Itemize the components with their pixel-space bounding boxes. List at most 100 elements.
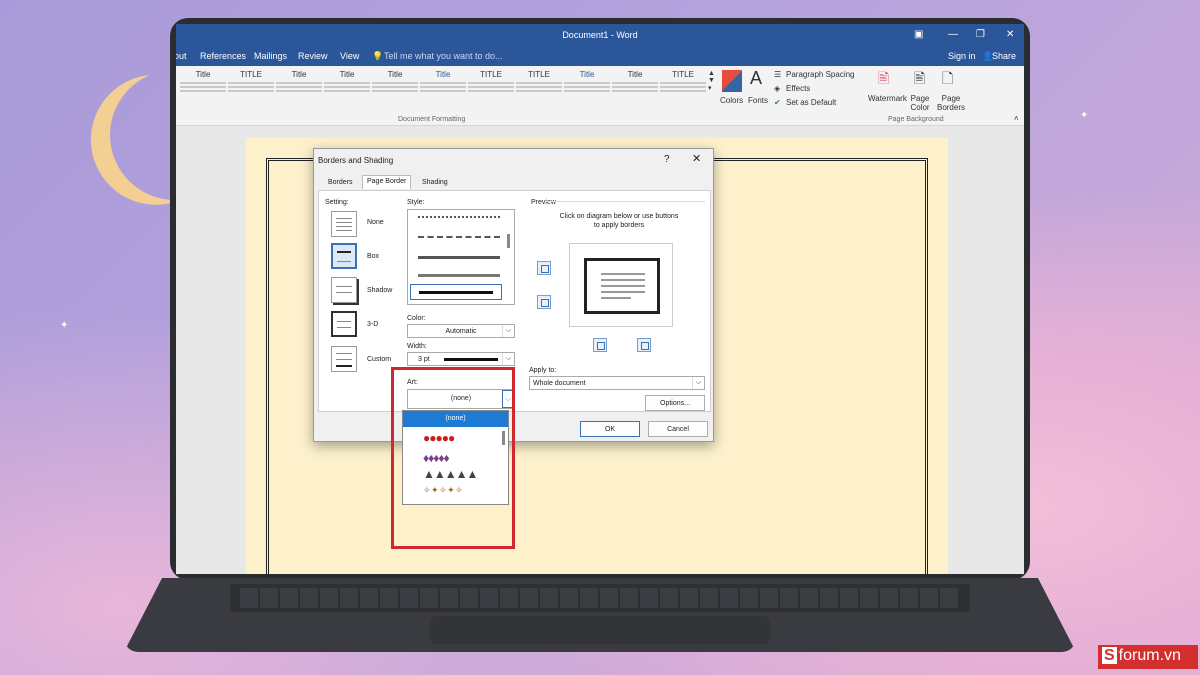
page-borders-button[interactable]: Page Borders: [936, 94, 966, 112]
paragraph-spacing-button[interactable]: Paragraph Spacing: [786, 70, 855, 79]
color-label: Color:: [407, 315, 426, 322]
menu-bar: out References Mailings Review View 💡 Te…: [176, 46, 1024, 66]
style-option-dotted[interactable]: [418, 216, 500, 218]
chevron-down-icon: ⌵: [502, 325, 514, 337]
preview-diagram[interactable]: [569, 243, 673, 327]
apply-to-dropdown[interactable]: Whole document ⌵: [529, 376, 705, 390]
style-gallery-item[interactable]: TITLE: [468, 70, 514, 112]
tab-layout[interactable]: out: [176, 51, 187, 61]
left-border-button[interactable]: [593, 338, 607, 352]
style-list[interactable]: [407, 209, 515, 305]
close-icon[interactable]: ✕: [1006, 29, 1014, 40]
lightbulb-icon: 💡: [372, 51, 384, 61]
restore-icon[interactable]: ❐: [976, 29, 985, 40]
style-scrollbar[interactable]: [507, 234, 510, 248]
ribbon-display-icon[interactable]: ▣: [914, 29, 923, 40]
right-border-button[interactable]: [637, 338, 651, 352]
width-value: 3 pt: [418, 356, 430, 363]
cancel-button[interactable]: Cancel: [648, 421, 708, 437]
style-gallery-item[interactable]: Title: [420, 70, 466, 112]
preview-hint-line2: to apply borders: [593, 222, 645, 229]
style-gallery-item[interactable]: Title: [324, 70, 370, 112]
tab-borders[interactable]: Borders: [324, 177, 357, 191]
title-bar: Document1 - Word ▣ — ❐ ✕: [176, 24, 1024, 46]
tab-review[interactable]: Review: [298, 51, 328, 61]
setting-shadow-label: Shadow: [367, 287, 393, 294]
color-dropdown[interactable]: Automatic ⌵: [407, 324, 515, 338]
style-gallery-item[interactable]: TITLE: [660, 70, 706, 112]
watermark-button[interactable]: Watermark: [868, 94, 907, 103]
style-option-selected[interactable]: [410, 284, 502, 300]
top-border-button[interactable]: [537, 261, 551, 275]
minimize-icon[interactable]: —: [948, 29, 958, 40]
sforum-logo: Sforum.vn: [1098, 645, 1198, 669]
watermark-icon: 🖹: [878, 70, 890, 86]
style-gallery-item[interactable]: Title: [372, 70, 418, 112]
setting-custom-label: Custom: [367, 356, 392, 363]
highlight-annotation: [391, 367, 515, 549]
style-option-solid-thick[interactable]: [418, 274, 500, 277]
width-line-sample: [444, 358, 498, 361]
colors-icon: [722, 70, 742, 92]
width-label: Width:: [407, 343, 427, 350]
dialog-close-button[interactable]: ✕: [692, 152, 701, 165]
bottom-border-button[interactable]: [537, 295, 551, 309]
fonts-button[interactable]: Fonts: [748, 96, 768, 105]
style-gallery-item[interactable]: Title: [564, 70, 610, 112]
setting-shadow-option[interactable]: [331, 277, 357, 303]
tab-shading[interactable]: Shading: [418, 177, 452, 191]
setting-none-option[interactable]: [331, 211, 357, 237]
star-decoration: ✦: [60, 320, 69, 331]
gallery-scroll-icon[interactable]: ▲ ▼ ▾: [708, 70, 715, 92]
ok-button[interactable]: OK: [580, 421, 640, 437]
collapse-ribbon-icon[interactable]: ˄: [1014, 114, 1019, 123]
color-value: Automatic: [445, 328, 477, 335]
style-option-solid[interactable]: [418, 256, 500, 259]
preview-hint-line1: Click on diagram below or use buttons: [559, 213, 679, 220]
keyboard-keys: [240, 588, 960, 608]
group-label-page-background: Page Background: [888, 116, 944, 123]
dialog-title: Borders and Shading: [318, 156, 394, 165]
tab-mailings[interactable]: Mailings: [254, 51, 287, 61]
setting-custom-option[interactable]: [331, 346, 357, 372]
tab-view[interactable]: View: [340, 51, 359, 61]
trackpad: [430, 616, 770, 644]
style-gallery-item[interactable]: TITLE: [228, 70, 274, 112]
group-label-document-formatting: Document Formatting: [398, 116, 466, 123]
setting-none-label: None: [367, 219, 384, 226]
paragraph-spacing-icon: ☰: [774, 70, 782, 79]
tab-references[interactable]: References: [200, 51, 246, 61]
style-gallery-item[interactable]: TITLE: [516, 70, 562, 112]
options-button[interactable]: Options...: [645, 395, 705, 411]
set-as-default-button[interactable]: Set as Default: [786, 98, 836, 107]
preview-page: [584, 258, 660, 314]
star-decoration: ✦: [1080, 110, 1089, 121]
page-borders-icon: 🗋: [942, 70, 954, 86]
sign-in-link[interactable]: Sign in: [948, 51, 976, 61]
page-color-button[interactable]: Page Color: [906, 94, 934, 112]
style-gallery-item[interactable]: Title: [276, 70, 322, 112]
tell-me-search[interactable]: Tell me what you want to do...: [384, 51, 503, 61]
style-gallery-item[interactable]: Title: [612, 70, 658, 112]
style-label: Style:: [407, 199, 425, 206]
chevron-down-icon: ⌵: [692, 377, 704, 389]
width-dropdown[interactable]: 3 pt ⌵: [407, 352, 515, 366]
help-button[interactable]: ?: [664, 154, 670, 165]
apply-to-label: Apply to:: [529, 367, 557, 374]
fonts-icon: A: [750, 68, 763, 88]
setting-label: Setting:: [325, 199, 349, 206]
page-color-icon: 🖹: [914, 70, 926, 86]
setting-3d-option[interactable]: [331, 311, 357, 337]
effects-button[interactable]: Effects: [786, 84, 810, 93]
share-button[interactable]: Share: [992, 51, 1016, 61]
setting-box-option[interactable]: [331, 243, 357, 269]
effects-icon: ◈: [774, 84, 781, 93]
setting-3d-label: 3-D: [367, 321, 379, 328]
chevron-down-icon: ⌵: [502, 353, 514, 365]
checkmark-icon: ✔: [774, 98, 781, 107]
tab-page-border[interactable]: Page Border: [362, 175, 412, 189]
style-option-dashdot[interactable]: [418, 236, 500, 238]
ribbon: Title TITLE Title Title Title Title TITL…: [176, 66, 1024, 126]
style-gallery-item[interactable]: Title: [180, 70, 226, 112]
colors-button[interactable]: Colors: [720, 96, 743, 105]
